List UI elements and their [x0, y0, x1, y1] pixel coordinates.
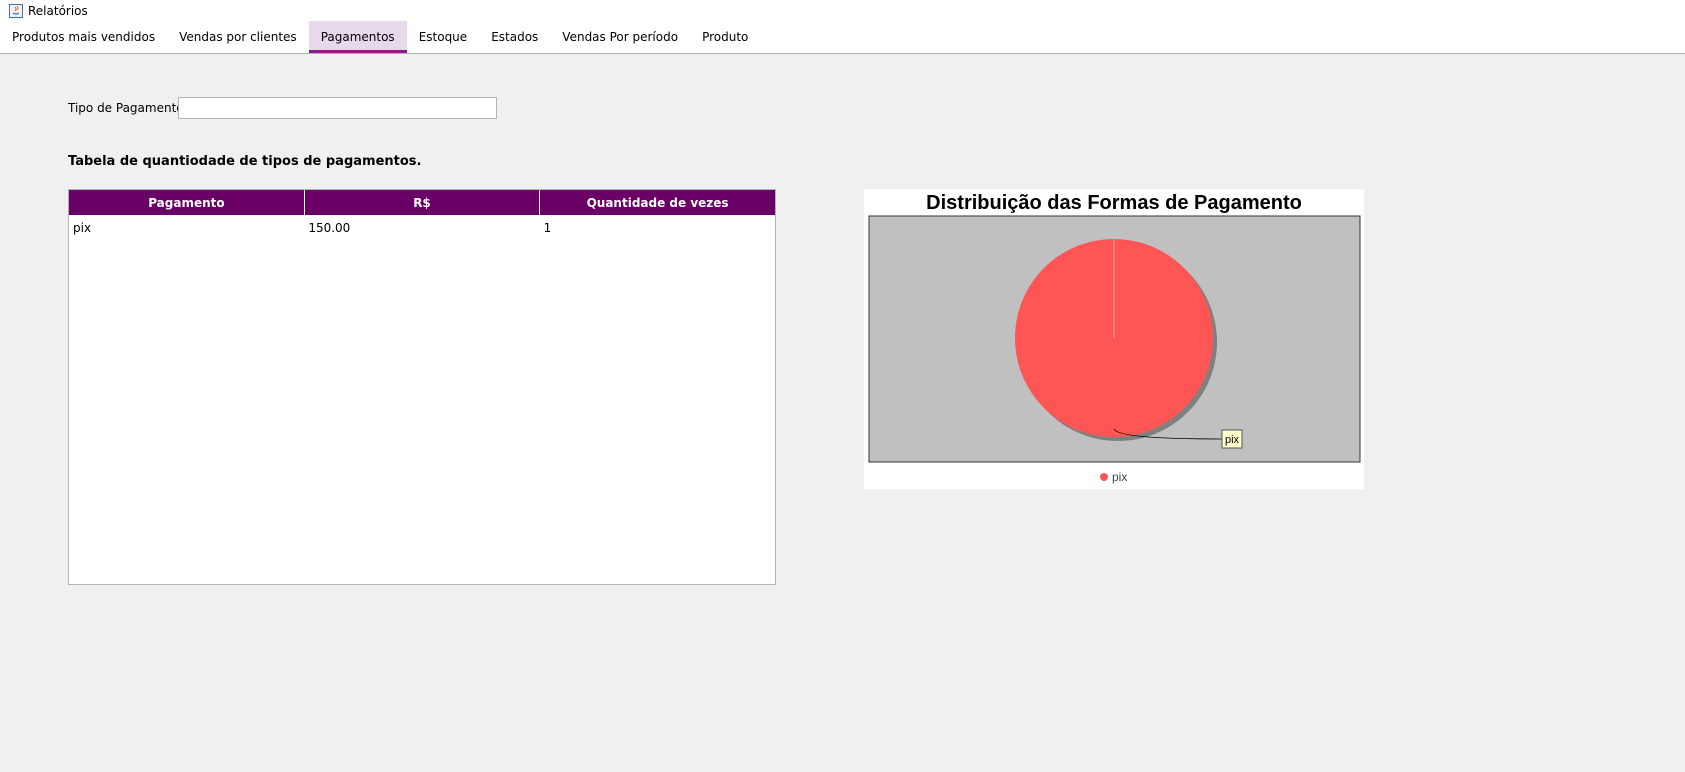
- table-heading: Tabela de quantiodade de tipos de pagame…: [68, 154, 422, 169]
- cell-pagamento[interactable]: pix: [69, 215, 304, 241]
- tab-estados[interactable]: Estados: [479, 21, 550, 53]
- tab-label: Estoque: [418, 30, 468, 44]
- tab-label: Vendas Por período: [562, 30, 679, 44]
- tab-label: Estados: [491, 30, 539, 44]
- java-app-icon: [9, 3, 23, 18]
- cell-quantidade[interactable]: 1: [540, 215, 775, 241]
- legend-label: pix: [1112, 470, 1127, 484]
- tab-produtos-mais-vendidos[interactable]: Produtos mais vendidos: [0, 21, 167, 53]
- window-title: Relatórios: [28, 3, 88, 18]
- slice-label: pix: [1225, 434, 1240, 446]
- tab-pagamentos[interactable]: Pagamentos: [308, 21, 407, 53]
- payment-type-label: Tipo de Pagamento: [68, 101, 184, 115]
- tab-label: Vendas por clientes: [179, 30, 297, 44]
- tab-label: Pagamentos: [320, 30, 395, 44]
- payment-distribution-chart: Distribuição das Formas de Pagamento pix…: [864, 189, 1364, 489]
- report-tabs: Produtos mais vendidos Vendas por client…: [0, 21, 1685, 54]
- legend-marker: [1100, 473, 1108, 481]
- column-header-quantidade[interactable]: Quantidade de vezes: [539, 190, 775, 215]
- cell-valor[interactable]: 150.00: [304, 215, 539, 241]
- table-header-row: Pagamento R$ Quantidade de vezes: [69, 190, 775, 215]
- tab-label: Produtos mais vendidos: [12, 30, 156, 44]
- column-header-valor[interactable]: R$: [304, 190, 541, 215]
- payments-table[interactable]: Pagamento R$ Quantidade de vezes pix 150…: [68, 189, 776, 585]
- tab-vendas-por-clientes[interactable]: Vendas por clientes: [167, 21, 309, 53]
- title-bar: Relatórios: [0, 0, 1685, 21]
- chart-title: Distribuição das Formas de Pagamento: [926, 192, 1302, 214]
- tab-estoque[interactable]: Estoque: [407, 21, 480, 53]
- tab-vendas-por-periodo[interactable]: Vendas Por período: [550, 21, 690, 53]
- table-row[interactable]: pix 150.00 1: [69, 215, 775, 241]
- tab-produto[interactable]: Produto: [690, 21, 760, 53]
- payment-type-input[interactable]: [178, 97, 497, 119]
- column-header-pagamento[interactable]: Pagamento: [69, 190, 305, 215]
- chart-canvas: Distribuição das Formas de Pagamento pix…: [868, 192, 1361, 484]
- tab-label: Produto: [702, 30, 749, 44]
- legend: pix: [1100, 470, 1127, 484]
